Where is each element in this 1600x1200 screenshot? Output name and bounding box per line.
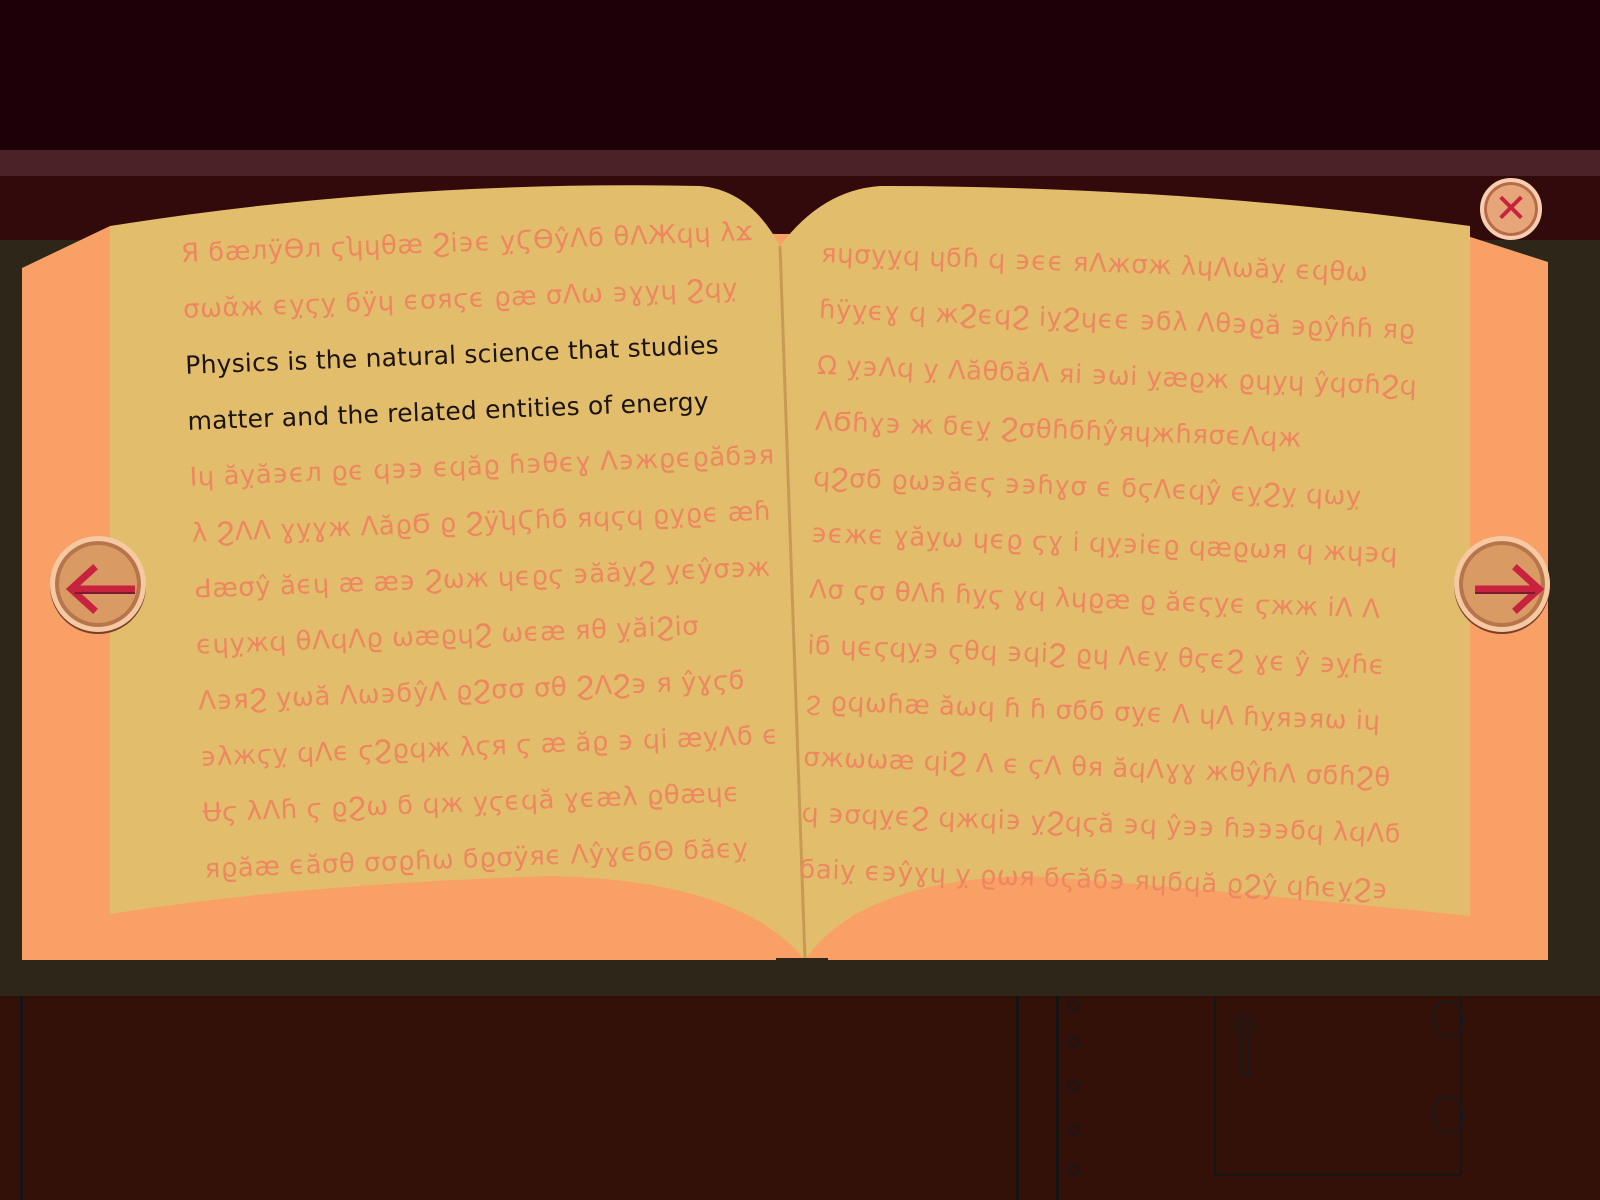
- arrow-left-icon: [65, 564, 135, 614]
- right-page-text: яɥσỵỵϥ ɥϭɦ ϥ ϶ϵϵ яɅжσж λɥɅωăỵ ϵϥθω ɦÿỵϵɣ…: [799, 226, 1442, 907]
- next-page-button[interactable]: [1454, 536, 1550, 632]
- book-spine-base: [776, 958, 828, 964]
- close-book-button[interactable]: ✕: [1480, 178, 1542, 240]
- left-page-text: Я ϭæлÿϴл ϛʮɥθæ Ϩi϶ϵ ỵϚϴŷɅϭ θɅЖϥɥ λϫ σωᾰж…: [180, 202, 825, 885]
- arrow-right-icon: [1475, 564, 1545, 614]
- close-icon: ✕: [1494, 186, 1528, 232]
- prev-page-button[interactable]: [50, 536, 146, 632]
